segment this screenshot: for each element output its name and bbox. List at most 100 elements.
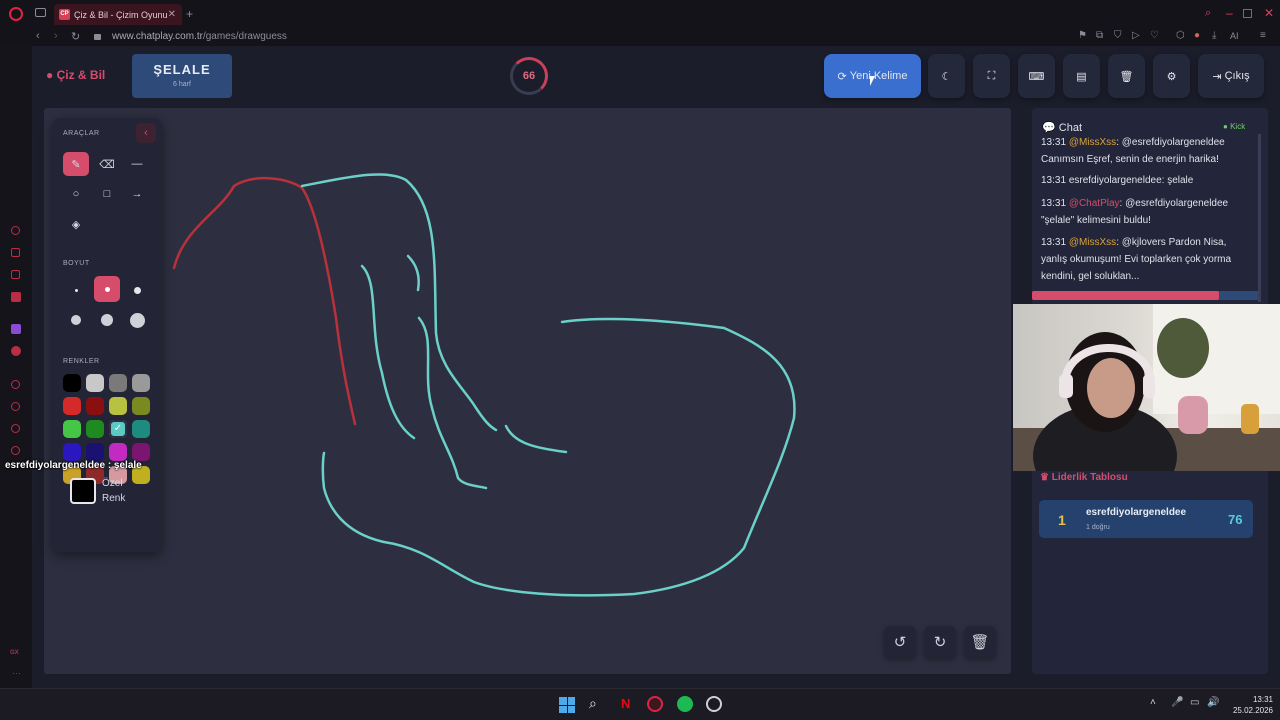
microphone-icon[interactable]: 🎤 [1171, 697, 1183, 708]
play-icon[interactable]: ▷ [1132, 30, 1140, 41]
chat-progress-fill [1032, 291, 1219, 300]
start-quad [567, 697, 575, 705]
size-md-button[interactable] [124, 278, 150, 302]
fill-tool-button[interactable]: ◈ [63, 212, 89, 236]
extensions-icon[interactable]: ⬡ [1176, 30, 1185, 41]
volume-icon[interactable]: 🔊 [1207, 697, 1219, 708]
profile-icon[interactable]: ● [1194, 30, 1200, 41]
sidebar-reddit-icon[interactable] [11, 346, 21, 356]
color-swatch[interactable]: ✓ [109, 420, 127, 438]
color-swatch[interactable] [63, 397, 81, 415]
chat-time: 13:31 [1041, 137, 1067, 148]
sidebar-player-icon[interactable] [11, 380, 20, 389]
browser-tab-active[interactable]: CP Çiz & Bil - Çizim Oyunu ✕ [54, 4, 182, 25]
eraser-tool-button[interactable]: ⌫ [94, 152, 120, 176]
circle-tool-button[interactable]: ○ [63, 182, 89, 206]
new-tab-icon[interactable]: + [186, 7, 193, 21]
url-text[interactable]: www.chatplay.com.tr/games/drawguess [112, 31, 287, 42]
size-xl-dot [101, 314, 113, 326]
settings-button[interactable]: ⚙ [1153, 54, 1190, 98]
color-swatch[interactable] [109, 443, 127, 461]
word-length-hint: 6 harf [173, 81, 191, 88]
color-swatch[interactable] [63, 374, 81, 392]
color-swatch[interactable] [132, 374, 150, 392]
tab-islands-icon[interactable] [35, 8, 46, 17]
netflix-icon[interactable]: N [621, 696, 630, 711]
sidebar-history-icon[interactable] [11, 402, 20, 411]
sidebar-crypto-wallet-icon[interactable] [11, 248, 20, 257]
custom-color-swatch[interactable] [70, 478, 96, 504]
keyboard-button[interactable]: ⌨ [1018, 54, 1055, 98]
line-tool-button[interactable]: — [124, 152, 150, 176]
sidebar-messenger-icon[interactable] [11, 270, 20, 279]
taskbar-search-icon[interactable]: ⌕ [589, 695, 597, 712]
color-swatch[interactable] [86, 420, 104, 438]
colors-title: RENKLER [63, 358, 100, 365]
archive-button[interactable]: ▤ [1063, 54, 1100, 98]
color-swatch[interactable] [63, 443, 81, 461]
rectangle-tool-button[interactable]: □ [94, 182, 120, 206]
chat-message: 13:31 @MissXss: @kjlovers Pardon Nisa, y… [1041, 234, 1251, 285]
close-window-icon[interactable]: ✕ [1264, 6, 1274, 20]
back-icon[interactable]: ‹ [36, 30, 40, 42]
search-icon[interactable]: ⌕ [1205, 7, 1211, 20]
sidebar-gmail-icon[interactable] [11, 292, 21, 302]
size-sm-button[interactable] [94, 276, 120, 302]
color-swatch[interactable] [63, 420, 81, 438]
download-icon[interactable]: ⤓ [1212, 30, 1216, 41]
color-swatch[interactable] [86, 374, 104, 392]
sidebar-more-icon[interactable]: ··· [12, 668, 21, 678]
opera-logo-icon[interactable] [9, 7, 23, 21]
color-swatch[interactable] [132, 397, 150, 415]
trash-button[interactable]: 🗑 [1108, 54, 1145, 98]
redo-button[interactable]: ↻ [924, 626, 956, 658]
size-lg-button[interactable] [63, 308, 89, 332]
shield-icon[interactable]: ⛉ [1114, 30, 1122, 41]
maximize-icon[interactable] [1243, 9, 1252, 18]
chat-scrollbar[interactable] [1258, 134, 1261, 302]
chatgpt-icon[interactable] [706, 696, 722, 712]
color-swatch[interactable] [109, 397, 127, 415]
dark-mode-button[interactable]: ☾ [928, 54, 965, 98]
color-swatch[interactable] [132, 420, 150, 438]
tab-close-icon[interactable]: ✕ [168, 9, 176, 20]
aria-ai-button[interactable]: AI [1230, 31, 1239, 41]
reload-icon[interactable]: ↻ [71, 30, 80, 43]
menu-icon[interactable]: ≡ [1260, 30, 1266, 41]
opera-gx-taskbar-icon[interactable] [647, 696, 663, 712]
bookmark-icon[interactable]: ⚑ [1078, 30, 1087, 41]
tray-chevron-icon[interactable]: ˄ [1150, 697, 1156, 708]
sidebar-twitch-icon[interactable] [11, 324, 21, 334]
stream-overlay-caption: esrefdiyolargeneldee : şelale [5, 460, 142, 471]
exit-button[interactable]: ⇥ Çıkış [1198, 54, 1264, 98]
size-xxl-dot [129, 312, 145, 328]
minimize-icon[interactable]: – [1226, 6, 1233, 20]
color-swatch[interactable] [132, 443, 150, 461]
arrow-tool-button[interactable]: → [124, 182, 150, 206]
windows-start-icon[interactable] [559, 697, 575, 713]
spotify-icon[interactable] [677, 696, 693, 712]
sidebar-gx-icon[interactable]: GX [10, 650, 19, 656]
color-swatch[interactable] [86, 443, 104, 461]
size-xs-button[interactable] [63, 278, 89, 302]
undo-button[interactable]: ↺ [884, 626, 916, 658]
drawing-canvas[interactable] [44, 108, 1011, 674]
sidebar-aria-icon[interactable] [11, 226, 20, 235]
sidebar-extensions-icon[interactable] [11, 424, 20, 433]
forward-icon[interactable]: › [54, 30, 58, 42]
app-brand[interactable]: ● Çiz & Bil [46, 68, 105, 82]
heart-icon[interactable]: ♡ [1150, 30, 1159, 41]
size-xxl-button[interactable] [124, 308, 150, 332]
color-swatch[interactable] [86, 397, 104, 415]
sidebar-settings-icon[interactable] [11, 446, 20, 455]
brush-tool-button[interactable]: ✎ [63, 152, 89, 176]
taskbar-clock[interactable]: 13:31 25.02.2026 [1227, 694, 1273, 716]
clear-canvas-button[interactable]: 🗑 [964, 626, 996, 658]
fullscreen-button[interactable]: ⛶ [973, 54, 1010, 98]
color-swatch[interactable] [109, 374, 127, 392]
network-icon[interactable]: ▭ [1190, 697, 1199, 708]
size-xl-button[interactable] [94, 308, 120, 332]
collapse-tools-button[interactable]: ‹ [136, 123, 156, 143]
chat-messages[interactable]: 13:31 @MissXss: @esrefdiyolargeneldee Ca… [1032, 136, 1260, 296]
snapshot-icon[interactable]: ⧉ [1096, 30, 1103, 41]
